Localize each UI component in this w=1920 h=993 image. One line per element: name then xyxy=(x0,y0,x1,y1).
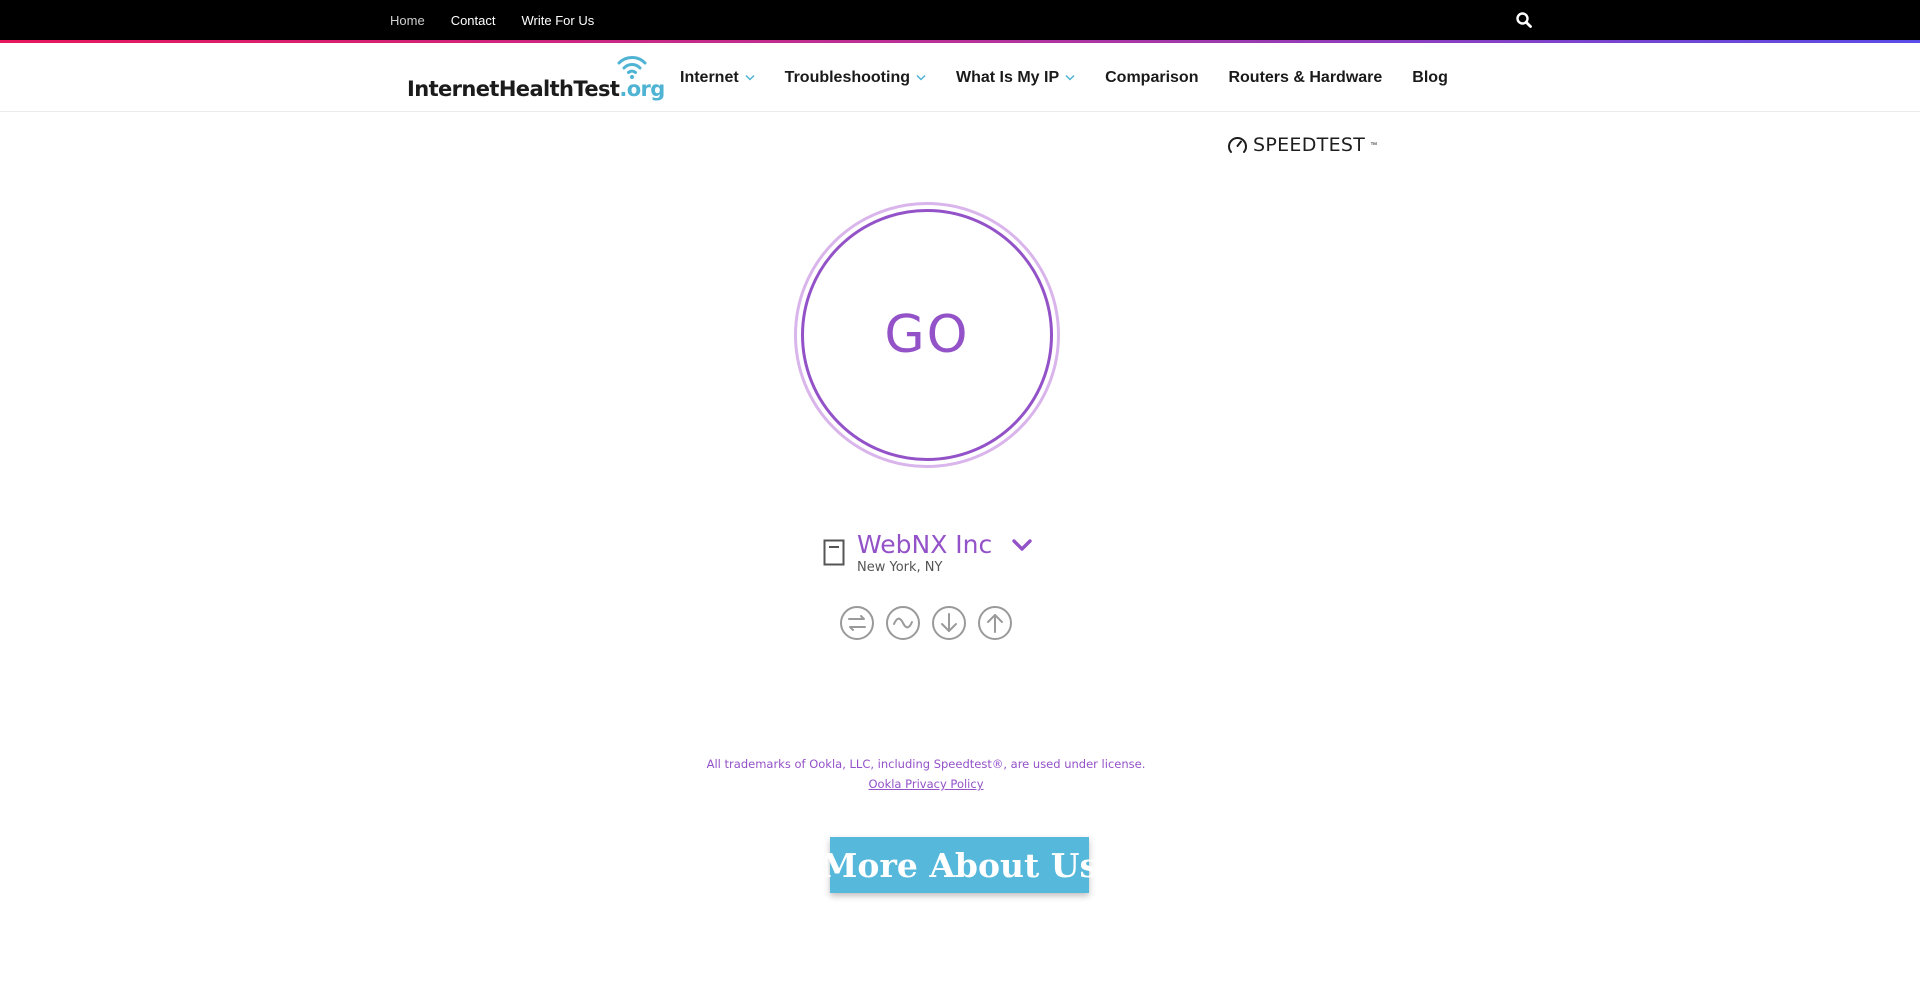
top-nav-contact[interactable]: Contact xyxy=(451,13,496,28)
server-location: New York, NY xyxy=(857,560,943,575)
wifi-icon xyxy=(617,56,647,79)
site-logo[interactable]: InternetHealthTest.org xyxy=(406,51,665,105)
go-button[interactable]: GO xyxy=(801,209,1053,461)
ping-icon xyxy=(840,606,874,640)
chevron-down-icon xyxy=(916,74,926,81)
nav-blog-label: Blog xyxy=(1412,68,1448,86)
more-about-us-button[interactable]: More About Us xyxy=(821,837,1098,893)
ookla-privacy-link[interactable]: Ookla Privacy Policy xyxy=(868,777,983,791)
chevron-down-icon xyxy=(745,74,755,81)
search-icon[interactable] xyxy=(1515,11,1533,29)
top-nav-write-for-us[interactable]: Write For Us xyxy=(522,13,595,28)
main-nav: Internet Troubleshooting What Is My IP C… xyxy=(680,43,1448,112)
go-button-label: GO xyxy=(884,305,970,365)
speedometer-icon xyxy=(1228,136,1247,153)
download-icon xyxy=(932,606,966,640)
nav-comparison-label: Comparison xyxy=(1105,68,1199,86)
nav-what-is-my-ip-label: What Is My IP xyxy=(956,68,1060,86)
nav-troubleshooting[interactable]: Troubleshooting xyxy=(785,69,926,87)
server-icon xyxy=(823,539,845,566)
speedtest-logo: SPEEDTEST ™ xyxy=(1227,134,1377,156)
top-nav-home[interactable]: Home xyxy=(390,13,425,28)
nav-troubleshooting-label: Troubleshooting xyxy=(784,68,910,86)
logo-main-text: InternetHealthTest xyxy=(407,77,620,101)
top-bar: Home Contact Write For Us xyxy=(0,0,1920,40)
speedtest-brand-text: SPEEDTEST xyxy=(1253,134,1366,156)
upload-icon xyxy=(978,606,1012,640)
nav-internet[interactable]: Internet xyxy=(680,69,755,87)
nav-comparison[interactable]: Comparison xyxy=(1105,69,1198,87)
more-about-us-label: More About Us xyxy=(820,845,1099,885)
top-nav: Home Contact Write For Us xyxy=(390,0,594,40)
nav-what-is-my-ip[interactable]: What Is My IP xyxy=(956,69,1075,87)
chevron-down-icon xyxy=(1065,74,1075,81)
metrics-row xyxy=(839,605,1013,641)
site-header: InternetHealthTest.org Internet Troubles… xyxy=(0,43,1920,112)
nav-routers-hardware[interactable]: Routers & Hardware xyxy=(1228,69,1382,87)
nav-blog[interactable]: Blog xyxy=(1412,69,1448,87)
trademark-notice: All trademarks of Ookla, LLC, including … xyxy=(706,757,1146,771)
chevron-down-icon[interactable] xyxy=(1011,537,1033,553)
trademark-mark: ™ xyxy=(1370,141,1378,149)
nav-internet-label: Internet xyxy=(680,68,739,86)
privacy-row: Ookla Privacy Policy xyxy=(0,777,1852,791)
nav-routers-hardware-label: Routers & Hardware xyxy=(1228,68,1383,86)
server-name[interactable]: WebNX Inc xyxy=(857,530,992,559)
jitter-icon xyxy=(886,606,920,640)
